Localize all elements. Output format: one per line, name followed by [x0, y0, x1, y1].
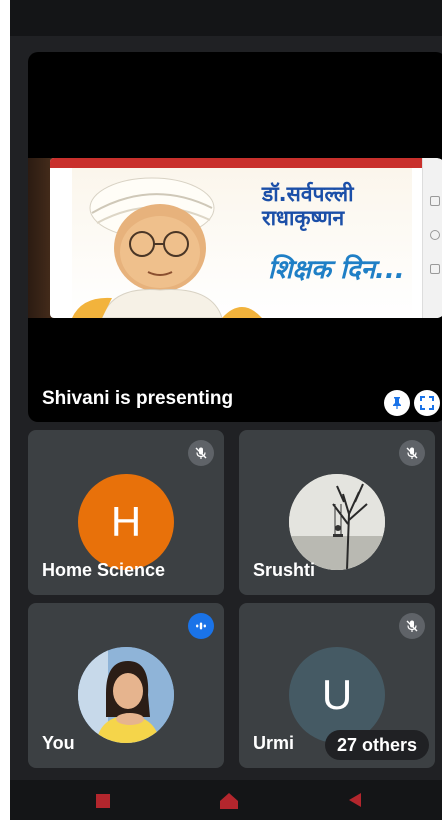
participant-tile-self[interactable]: You — [28, 603, 224, 768]
slide-title-text: डॉ.सर्वपल्ली राधाकृष्णन — [262, 182, 354, 230]
others-button[interactable]: 27 others — [324, 730, 429, 760]
presenter-label: Shivani is presenting — [42, 388, 234, 409]
mic-off-badge — [399, 613, 425, 639]
participant-name: Urmi — [253, 733, 295, 753]
shared-nav-strip — [422, 158, 442, 318]
participant-tile[interactable]: U Urmi 27 others — [239, 603, 435, 768]
participant-name: Home Science — [42, 560, 166, 580]
system-nav-bar — [10, 780, 442, 820]
participant-tile[interactable]: H Home Science — [28, 430, 224, 595]
fullscreen-icon — [420, 396, 434, 410]
status-bar — [10, 0, 442, 36]
avatar-photo — [289, 474, 385, 570]
user-photo — [78, 647, 174, 743]
meet-screen: डॉ.सर्वपल्ली राधाकृष्णन शिक्षक दिन... Sh… — [10, 0, 442, 820]
presentation-tile[interactable]: डॉ.सर्वपल्ली राधाकृष्णन शिक्षक दिन... Sh… — [28, 52, 442, 422]
participant-name: Srushti — [253, 560, 316, 580]
mic-off-badge — [188, 440, 214, 466]
speaking-badge — [188, 613, 214, 639]
participant-tile[interactable]: Srushti — [239, 430, 435, 595]
back-icon[interactable] — [347, 792, 363, 808]
shared-status-bar — [50, 158, 422, 168]
recents-icon[interactable] — [96, 794, 110, 808]
shared-phone-screen: डॉ.सर्वपल्ली राधाकृष्णन शिक्षक दिन... — [50, 158, 442, 318]
mic-off-icon — [195, 447, 207, 459]
avatar: H — [78, 474, 174, 570]
participant-name: You — [42, 733, 75, 753]
home-icon[interactable] — [218, 792, 240, 810]
avatar: U — [289, 647, 385, 743]
mic-off-icon — [406, 620, 418, 632]
pin-button[interactable] — [384, 390, 410, 416]
avatar-photo — [78, 647, 174, 743]
pin-icon — [393, 397, 401, 409]
slide-subtitle-text: शिक्षक दिन... — [268, 255, 405, 285]
shared-screen: डॉ.सर्वपल्ली राधाकृष्णन शिक्षक दिन... — [28, 158, 442, 318]
audio-level-icon — [196, 622, 206, 630]
mic-off-badge — [399, 440, 425, 466]
fullscreen-button[interactable] — [414, 390, 440, 416]
teachers-day-poster: डॉ.सर्वपल्ली राधाकृष्णन शिक्षक दिन... — [72, 168, 412, 318]
mic-off-icon — [406, 447, 418, 459]
tree-swing-image — [289, 474, 385, 570]
